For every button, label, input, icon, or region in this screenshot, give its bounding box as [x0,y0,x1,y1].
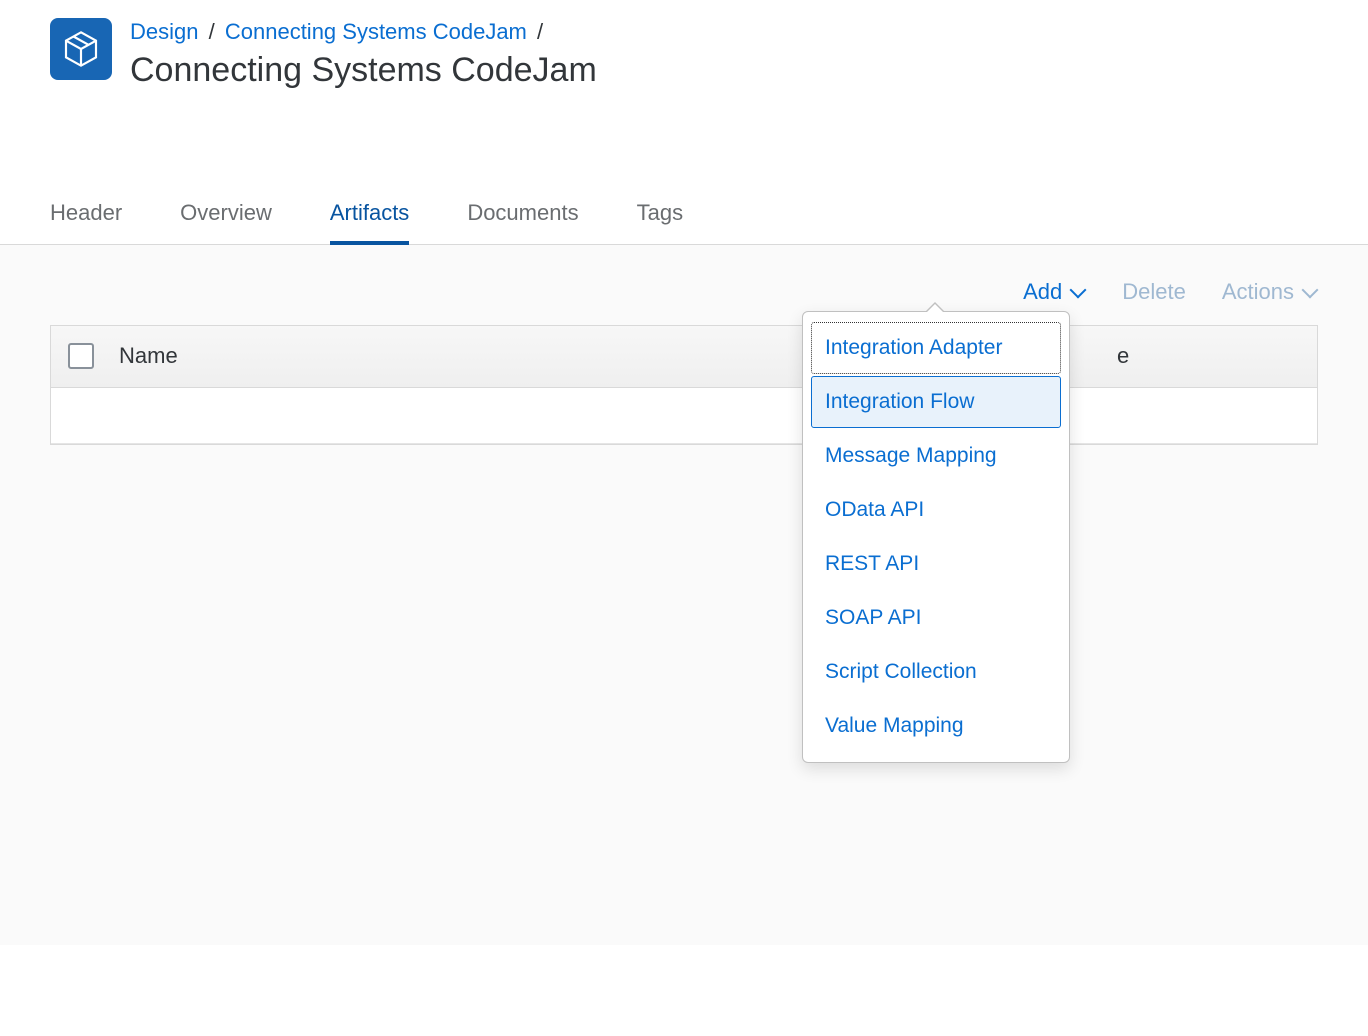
breadcrumb-design-link[interactable]: Design [130,19,198,44]
tab-artifacts[interactable]: Artifacts [330,200,409,244]
toolbar: Add Delete Actions Integration Adapter I… [50,245,1318,325]
chevron-down-icon [1302,287,1318,297]
delete-button-label: Delete [1122,279,1186,305]
menu-item-message-mapping[interactable]: Message Mapping [811,430,1061,482]
table-header-row: Name e [51,326,1317,388]
tab-documents[interactable]: Documents [467,200,578,244]
menu-item-integration-adapter[interactable]: Integration Adapter [811,322,1061,374]
menu-item-script-collection[interactable]: Script Collection [811,646,1061,698]
actions-button[interactable]: Actions [1222,279,1318,305]
tab-overview[interactable]: Overview [180,200,272,244]
page-title: Connecting Systems CodeJam [130,51,597,90]
menu-item-integration-flow[interactable]: Integration Flow [811,376,1061,428]
tab-tags[interactable]: Tags [637,200,683,244]
table-body-empty [51,388,1317,444]
breadcrumb: Design / Connecting Systems CodeJam / [130,18,597,47]
menu-item-soap-api[interactable]: SOAP API [811,592,1061,644]
select-all-checkbox[interactable] [68,343,94,369]
add-button-label: Add [1023,279,1062,305]
tabs: Header Overview Artifacts Documents Tags [0,200,1368,245]
breadcrumb-separator: / [209,19,215,44]
package-icon [50,18,112,80]
tab-header[interactable]: Header [50,200,122,244]
chevron-down-icon [1070,287,1086,297]
add-dropdown-menu: Integration Adapter Integration Flow Mes… [802,311,1070,763]
breadcrumb-package-link[interactable]: Connecting Systems CodeJam [225,19,527,44]
column-header-type[interactable]: e [1117,343,1317,369]
delete-button: Delete [1122,279,1186,305]
add-button[interactable]: Add [1023,279,1086,305]
actions-button-label: Actions [1222,279,1294,305]
artifacts-table: Name e [50,325,1318,445]
menu-item-value-mapping[interactable]: Value Mapping [811,700,1061,752]
menu-item-rest-api[interactable]: REST API [811,538,1061,590]
breadcrumb-separator: / [537,19,543,44]
menu-item-odata-api[interactable]: OData API [811,484,1061,536]
